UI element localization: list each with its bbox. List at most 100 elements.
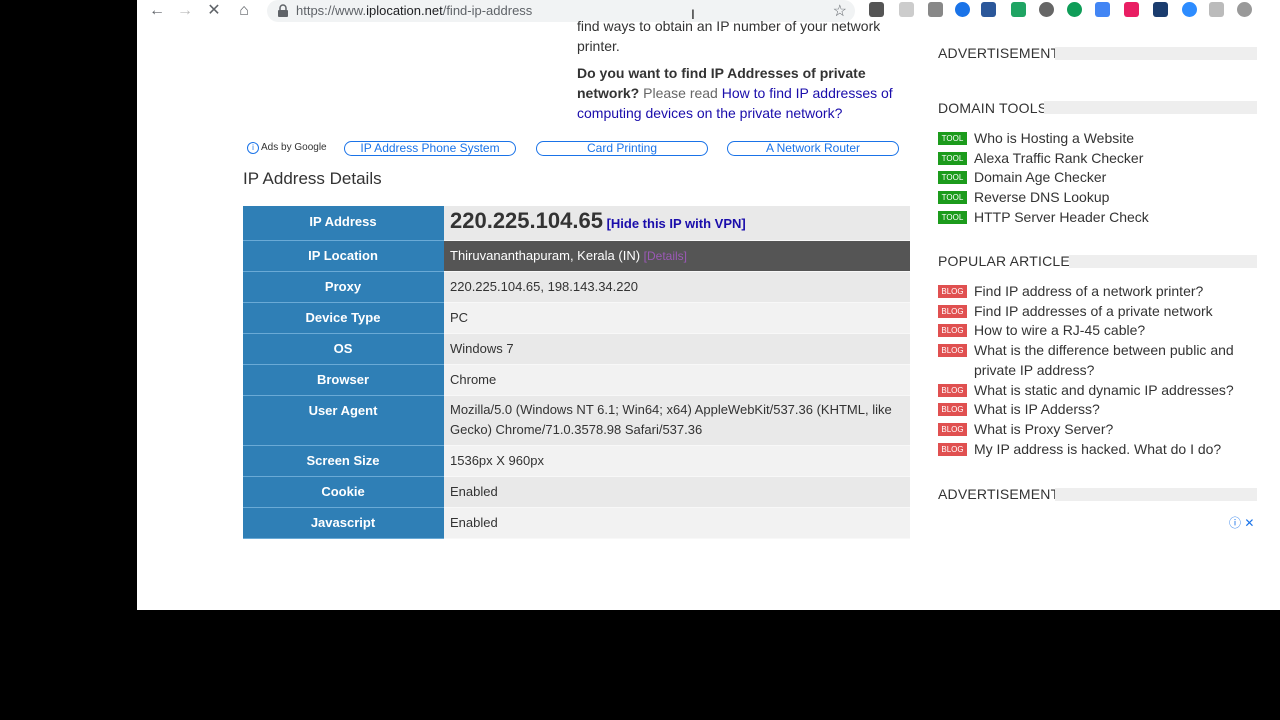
article-link-label: What is IP Adderss?: [974, 401, 1100, 418]
tool-tag: TOOL: [938, 132, 967, 145]
article-link[interactable]: BLOG How to wire a RJ-45 cable?: [938, 321, 1238, 341]
heading-rule: [1055, 488, 1257, 501]
home-button[interactable]: ⌂: [233, 1, 255, 21]
extension-icon[interactable]: [1011, 2, 1026, 17]
adchoices-icon[interactable]: ⓘ ✕: [1229, 514, 1254, 531]
tool-link[interactable]: TOOL Who is Hosting a Website: [938, 129, 1268, 149]
table-row: OS Windows 7: [243, 333, 910, 365]
ad-link-button[interactable]: IP Address Phone System: [344, 141, 516, 156]
blog-tag: BLOG: [938, 422, 967, 436]
extension-icon[interactable]: [1209, 2, 1224, 17]
ad-link-button[interactable]: A Network Router: [727, 141, 899, 156]
article-link-label: What is Proxy Server?: [974, 420, 1114, 437]
tool-link[interactable]: TOOL Alexa Traffic Rank Checker: [938, 149, 1268, 169]
row-label: IP Address: [243, 206, 444, 241]
url-prefix: https://www.: [296, 3, 367, 18]
ip-location-value: Thiruvananthapuram, Kerala (IN): [450, 247, 641, 263]
article-link[interactable]: BLOG Find IP address of a network printer…: [938, 282, 1238, 302]
blog-tag: BLOG: [938, 285, 967, 298]
row-value: Enabled: [443, 507, 910, 539]
extension-icon[interactable]: [1124, 2, 1139, 17]
snippet-line: printer.: [577, 38, 620, 54]
zoom-icon[interactable]: [1182, 2, 1197, 17]
article-link[interactable]: BLOG My IP address is hacked. What do I d…: [938, 440, 1238, 460]
domain-tools-list: TOOL Who is Hosting a Website TOOL Alexa T…: [938, 129, 1268, 228]
lock-icon: [278, 4, 288, 17]
tool-tag: TOOL: [938, 191, 967, 205]
popular-articles-heading: POPULAR ARTICLES: [938, 253, 1080, 269]
ads-by-google-label: Ads by Google: [261, 142, 327, 153]
tool-link[interactable]: TOOL Reverse DNS Lookup: [938, 188, 1268, 208]
article-link-label: How to wire a RJ-45 cable?: [974, 322, 1146, 339]
advertisement-heading: ADVERTISEMENT: [938, 486, 1060, 502]
blog-tag: BLOG: [938, 442, 967, 456]
location-details-link[interactable]: [Details]: [644, 249, 687, 263]
blog-tag: BLOG: [938, 324, 967, 338]
heading-rule: [1044, 101, 1257, 114]
row-value: Thiruvananthapuram, Kerala (IN) [Details…: [443, 240, 910, 272]
table-row: Screen Size 1536px X 960px: [243, 445, 910, 477]
article-link-label: Find IP address of a network printer?: [974, 283, 1204, 299]
article-link[interactable]: BLOG What is Proxy Server?: [938, 420, 1238, 440]
ip-details-table: IP Address 220.225.104.65 [Hide this IP …: [243, 206, 910, 539]
hide-ip-vpn-link[interactable]: [Hide this IP with VPN]: [607, 216, 746, 231]
row-label: OS: [243, 333, 444, 365]
row-label: Proxy: [243, 271, 444, 303]
heading-rule: [1069, 255, 1257, 268]
popular-articles-list: BLOG Find IP address of a network printer…: [938, 282, 1238, 459]
row-label: Browser: [243, 364, 444, 396]
article-link-label: Find IP addresses of a private network: [974, 302, 1213, 319]
article-link[interactable]: BLOG What is static and dynamic IP addres…: [938, 381, 1238, 401]
row-label: Cookie: [243, 476, 444, 508]
article-link[interactable]: BLOG What is the difference between publi…: [938, 341, 1238, 380]
article-snippet-top: find ways to obtain an IP number of your…: [577, 14, 880, 54]
blog-tag: BLOG: [938, 403, 967, 417]
extension-icon[interactable]: [1153, 2, 1168, 17]
article-link-label: My IP address is hacked. What do I do?: [974, 440, 1222, 457]
info-icon: i: [247, 142, 259, 154]
table-row: Device Type PC: [243, 302, 910, 334]
row-label: User Agent: [243, 395, 444, 446]
url-text[interactable]: https://www.iplocation.net/find-ip-addre…: [296, 3, 532, 18]
article-link[interactable]: BLOG What is IP Adderss?: [938, 400, 1238, 420]
tool-link-label: HTTP Server Header Check: [974, 208, 1149, 225]
heading-rule: [1055, 47, 1257, 60]
row-value: 220.225.104.65 [Hide this IP with VPN]: [443, 206, 910, 241]
row-label: Javascript: [243, 507, 444, 539]
row-value: 220.225.104.65, 198.143.34.220: [443, 271, 910, 303]
row-value: PC: [443, 302, 910, 334]
row-value: Mozilla/5.0 (Windows NT 6.1; Win64; x64)…: [443, 395, 910, 446]
grammarly-icon[interactable]: [1067, 2, 1082, 17]
ad-link-button[interactable]: Card Printing: [536, 141, 708, 156]
row-value: Windows 7: [443, 333, 910, 365]
extension-icon[interactable]: [955, 2, 970, 17]
stop-button[interactable]: ✕: [203, 1, 225, 21]
tool-link-label: Domain Age Checker: [974, 169, 1107, 186]
table-row: Browser Chrome: [243, 364, 910, 396]
ip-address-value: 220.225.104.65: [450, 208, 603, 234]
row-value: Enabled: [443, 476, 910, 508]
tool-tag: TOOL: [938, 171, 967, 185]
table-row: User Agent Mozilla/5.0 (Windows NT 6.1; …: [243, 395, 910, 446]
camera-icon[interactable]: [928, 2, 943, 17]
please-read-text: Please read: [643, 85, 718, 101]
tool-link[interactable]: TOOL HTTP Server Header Check: [938, 208, 1268, 228]
extension-icon[interactable]: [1237, 2, 1252, 17]
forward-button[interactable]: →: [174, 1, 196, 21]
blog-tag: BLOG: [938, 304, 967, 318]
row-value: Chrome: [443, 364, 910, 396]
tool-link-label: Reverse DNS Lookup: [974, 189, 1110, 206]
extension-icon[interactable]: [1039, 2, 1054, 17]
back-button[interactable]: ←: [146, 1, 168, 21]
ip-details-title: IP Address Details: [243, 169, 382, 188]
tool-link-label: Alexa Traffic Rank Checker: [974, 149, 1144, 166]
tool-link[interactable]: TOOL Domain Age Checker: [938, 168, 1268, 188]
row-label: Device Type: [243, 302, 444, 334]
article-link[interactable]: BLOG Find IP addresses of a private netwo…: [938, 302, 1238, 322]
ads-by-google[interactable]: i Ads by Google: [247, 142, 327, 154]
blog-tag: BLOG: [938, 383, 967, 397]
extension-icon[interactable]: [981, 2, 996, 17]
table-row: IP Address 220.225.104.65 [Hide this IP …: [243, 206, 910, 241]
extension-icon[interactable]: [899, 2, 914, 17]
translate-icon[interactable]: [1095, 2, 1110, 17]
